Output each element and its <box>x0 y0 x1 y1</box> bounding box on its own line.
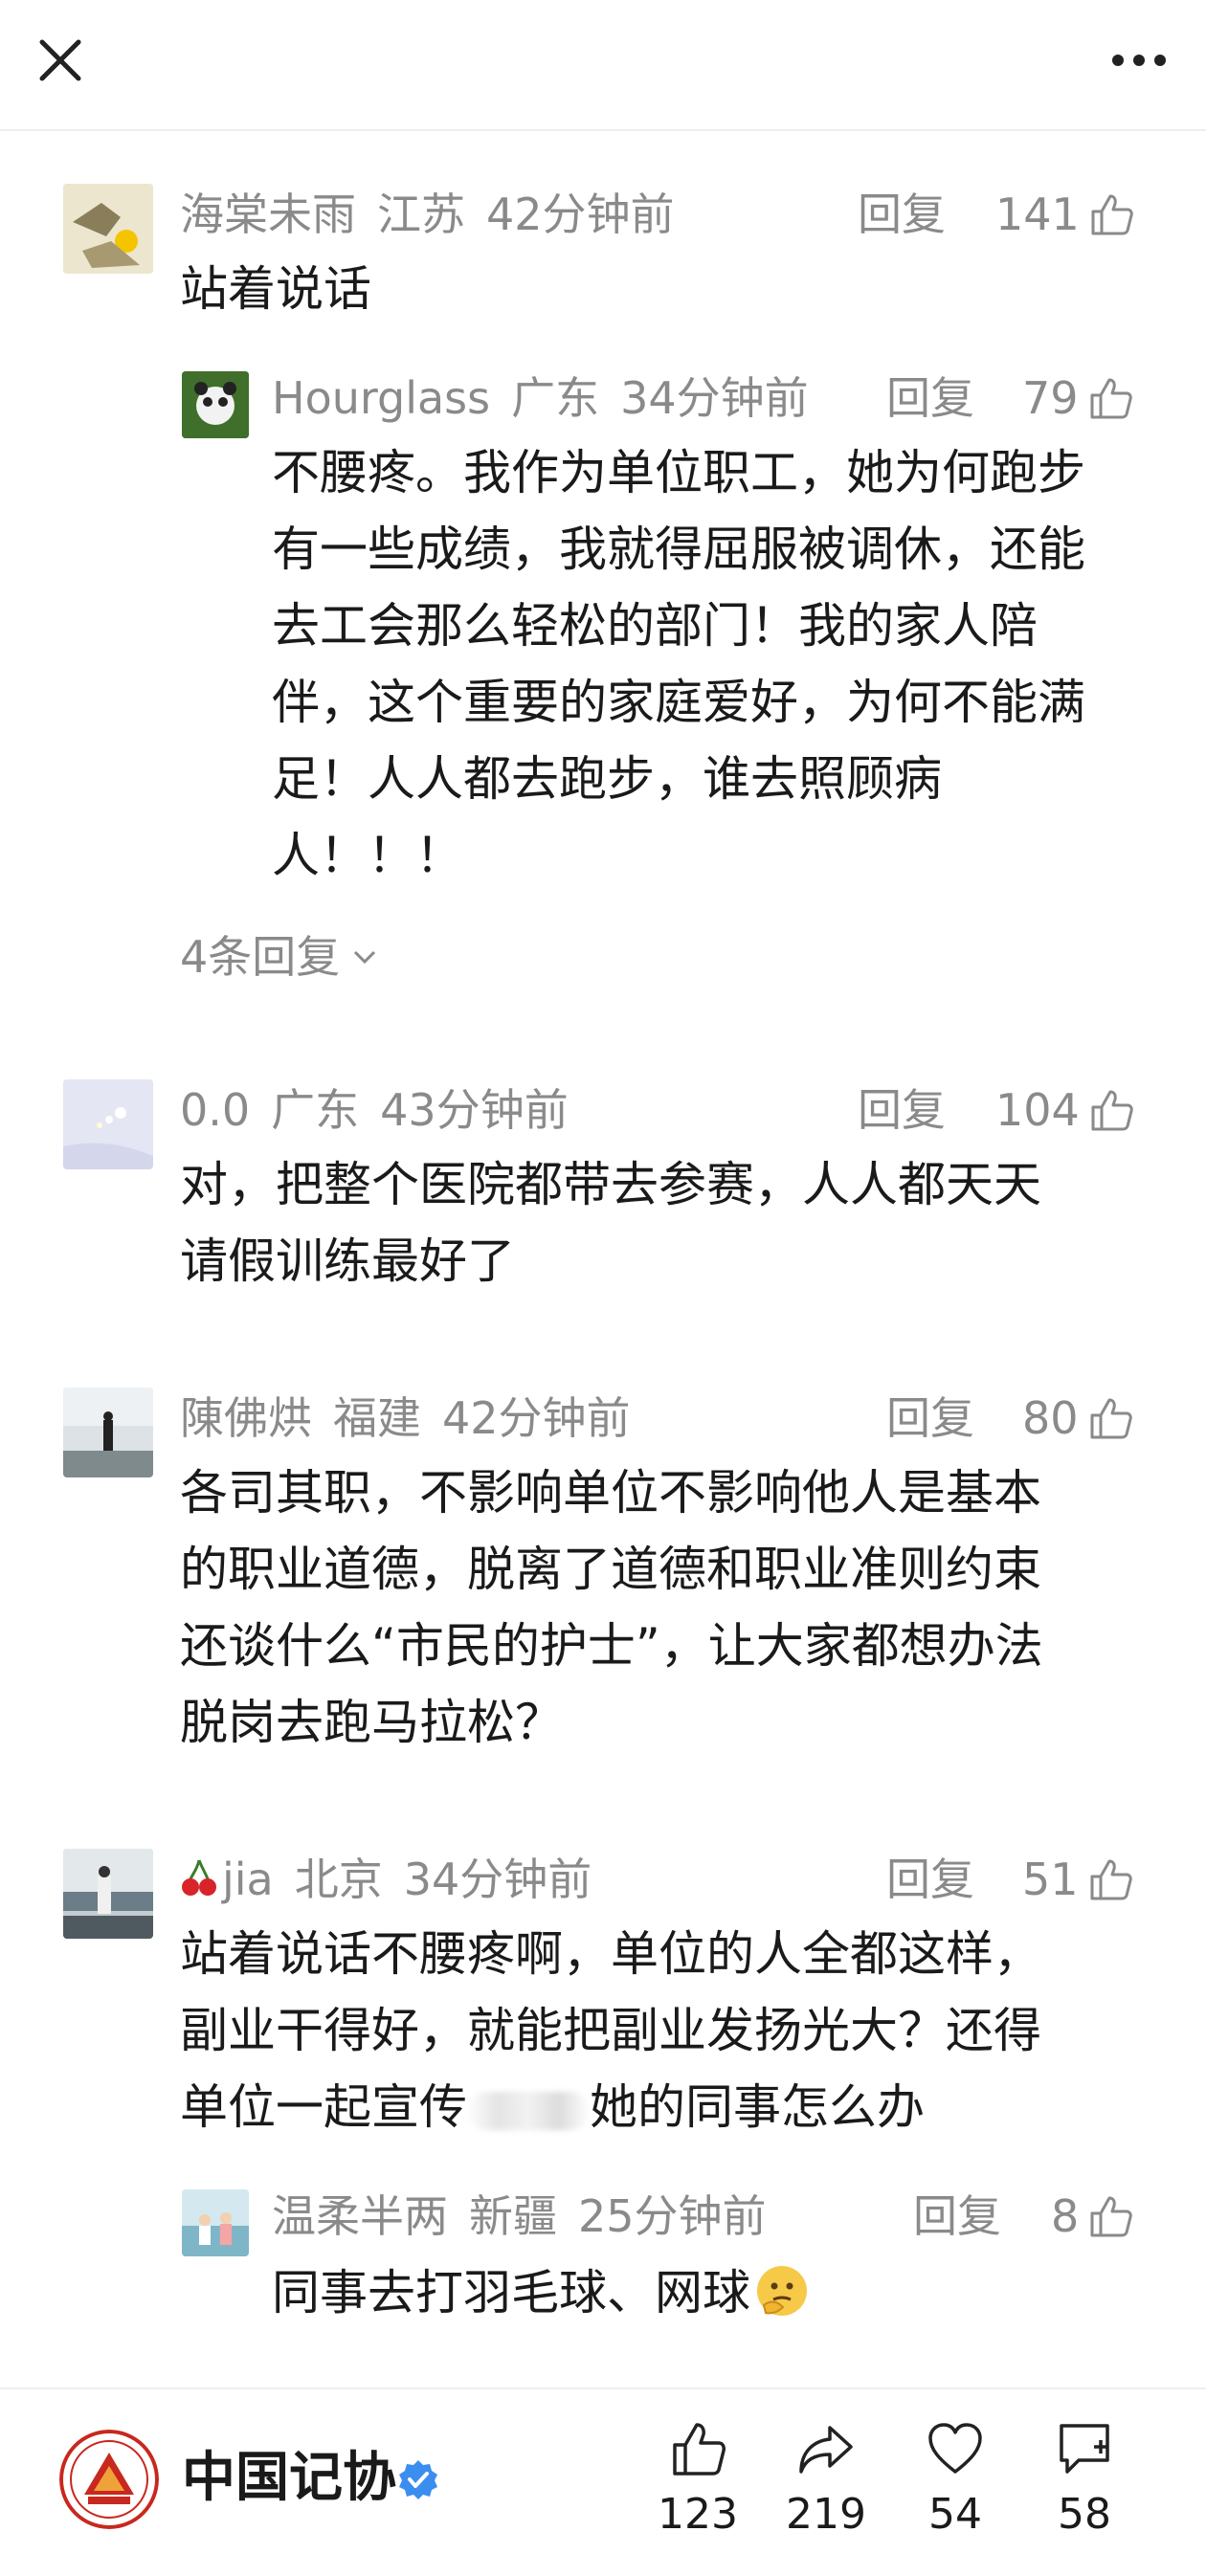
like-button[interactable]: 79 <box>1022 367 1134 429</box>
thumbs-up-icon <box>1090 1859 1132 1900</box>
like-count: 80 <box>1022 1392 1079 1444</box>
username[interactable]: Hourglass <box>272 372 490 424</box>
comment-text: 同事去打羽毛球、网球 <box>272 2254 1172 2331</box>
comment-meta: 陳佛烘 福建 42分钟前 <box>180 1388 631 1449</box>
top-bar <box>0 0 1206 131</box>
comment-meta: 0.0 广东 43分钟前 <box>180 1079 569 1141</box>
avatar[interactable] <box>182 371 249 438</box>
like-count: 123 <box>658 2490 738 2539</box>
like-count: 8 <box>1051 2190 1080 2242</box>
account-avatar[interactable] <box>59 2430 159 2529</box>
reply-button[interactable]: 回复 <box>886 367 974 429</box>
like-button[interactable]: 141 <box>995 184 1135 245</box>
like-count: 51 <box>1022 1854 1079 1905</box>
timestamp: 43分钟前 <box>380 1084 569 1136</box>
avatar[interactable] <box>182 2189 249 2256</box>
username[interactable]: 海棠未雨 <box>180 189 356 240</box>
verified-badge-icon <box>399 2460 437 2499</box>
timestamp: 34分钟前 <box>403 1854 592 1905</box>
timestamp: 25分钟前 <box>578 2190 767 2242</box>
comment-text: 不腰疼。我作为单位职工，她为何跑步 有一些成绩，我就得屈服被调休，还能 去工会那… <box>272 445 1085 883</box>
like-count: 141 <box>995 189 1080 240</box>
region: 广东 <box>271 1084 360 1136</box>
comment-meta: 海棠未雨 江苏 42分钟前 <box>180 184 675 245</box>
comment-meta: Hourglass 广东 34分钟前 <box>272 367 809 429</box>
like-action-button[interactable]: 123 <box>645 2418 750 2539</box>
like-count: 104 <box>995 1084 1080 1136</box>
like-count: 79 <box>1022 372 1079 424</box>
comment-text: 站着说话 <box>180 261 371 317</box>
org-logo-icon <box>59 2430 159 2529</box>
comment-text: 站着说话不腰疼啊，单位的人全都这样， 副业干得好，就能把副业发扬光大？还得 单位… <box>180 1926 1041 2135</box>
like-button[interactable]: 51 <box>1022 1849 1134 1910</box>
reply-button[interactable]: 回复 <box>858 1079 946 1141</box>
timestamp: 34分钟前 <box>620 372 809 424</box>
timestamp: 42分钟前 <box>486 189 675 240</box>
reply-button[interactable]: 回复 <box>858 184 946 245</box>
thumbs-up-icon <box>1091 194 1133 235</box>
favorite-action-button[interactable]: 54 <box>903 2418 1008 2539</box>
region: 北京 <box>294 1854 383 1905</box>
thinking-face-icon <box>757 2266 807 2316</box>
expand-replies-label: 4条回复 <box>180 931 341 983</box>
expand-replies-button[interactable]: 4条回复 <box>180 926 380 988</box>
chevron-down-icon <box>354 950 376 965</box>
avatar[interactable] <box>63 1849 153 1939</box>
blurred-text-mask <box>467 2091 590 2130</box>
reply-button[interactable]: 回复 <box>886 1849 974 1910</box>
more-dots-icon <box>1112 55 1166 66</box>
thumbs-up-icon <box>1090 1398 1132 1439</box>
comment-meta: 温柔半两 新疆 25分钟前 <box>272 2186 767 2247</box>
reply-button[interactable]: 回复 <box>913 2186 1001 2247</box>
cherry-icon <box>182 1859 216 1896</box>
share-icon <box>799 2426 853 2474</box>
share-action-button[interactable]: 219 <box>773 2418 879 2539</box>
like-button[interactable]: 104 <box>995 1079 1135 1141</box>
comment-text: 对，把整个医院都带去参赛，人人都天天 请假训练最好了 <box>180 1157 1041 1289</box>
avatar[interactable] <box>63 184 153 274</box>
username[interactable]: 0.0 <box>180 1084 250 1136</box>
region: 新疆 <box>469 2190 557 2242</box>
comment-text: 各司其职，不影响单位不影响他人是基本 的职业道德，脱离了道德和职业准则约束 还谈… <box>180 1465 1043 1750</box>
reply-button[interactable]: 回复 <box>886 1388 974 1449</box>
username[interactable]: 温柔半两 <box>272 2190 448 2242</box>
close-button[interactable] <box>29 29 92 92</box>
username[interactable]: jia <box>180 1854 274 1905</box>
more-options-button[interactable] <box>1101 29 1177 92</box>
thumbs-up-icon <box>673 2423 726 2476</box>
comment-action-button[interactable]: 58 <box>1032 2418 1137 2539</box>
thumbs-up-icon <box>1091 1090 1133 1131</box>
like-button[interactable]: 8 <box>1051 2186 1134 2247</box>
username[interactable]: 陳佛烘 <box>180 1392 312 1444</box>
close-icon <box>39 39 81 81</box>
comment-meta: jia 北京 34分钟前 <box>180 1849 592 1910</box>
avatar[interactable] <box>63 1079 153 1169</box>
share-count: 219 <box>786 2490 866 2539</box>
comment-count: 58 <box>1058 2490 1111 2539</box>
timestamp: 42分钟前 <box>442 1392 631 1444</box>
favorite-count: 54 <box>928 2490 982 2539</box>
account-name[interactable]: 中国记协 <box>182 2445 396 2512</box>
bottom-bar: 中国记协 123 219 54 58 <box>0 2387 1206 2576</box>
region: 江苏 <box>377 189 465 240</box>
region: 福建 <box>333 1392 421 1444</box>
comment-add-icon <box>1060 2424 1109 2474</box>
region: 广东 <box>511 372 600 424</box>
thumbs-up-icon <box>1090 2196 1133 2237</box>
thumbs-up-icon <box>1090 378 1132 419</box>
like-button[interactable]: 80 <box>1022 1388 1134 1449</box>
avatar[interactable] <box>63 1388 153 1477</box>
heart-icon <box>928 2423 982 2474</box>
